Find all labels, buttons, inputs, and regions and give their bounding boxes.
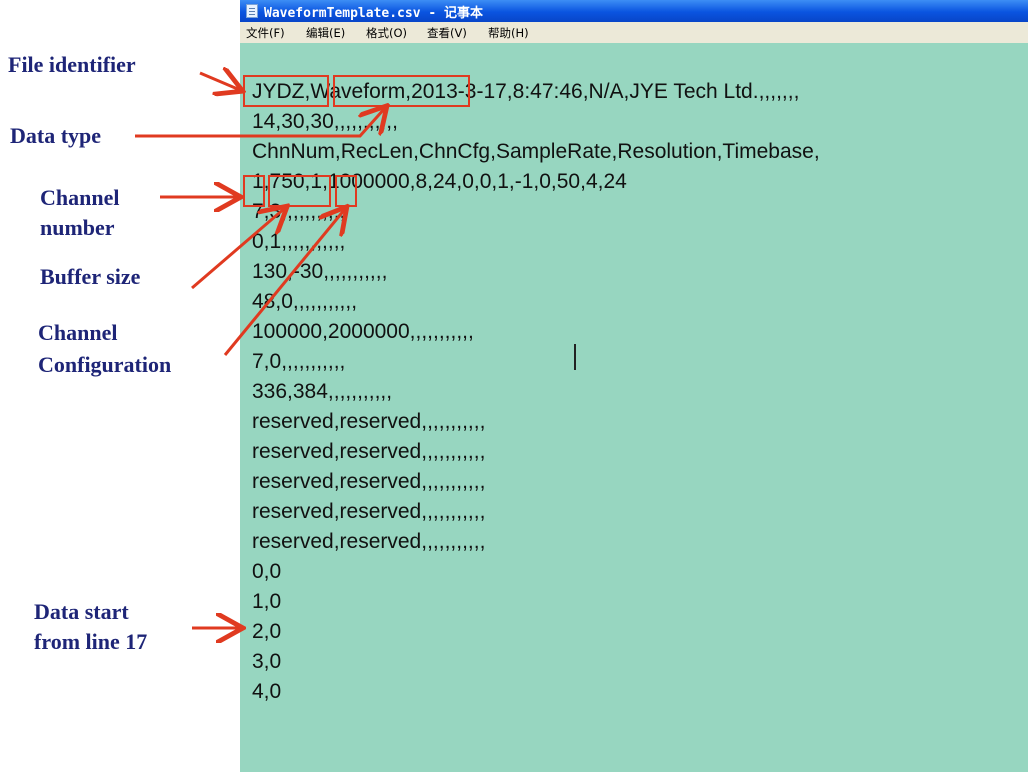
- annotation-arrows: [135, 0, 1028, 772]
- arrow-data-type: [135, 108, 385, 138]
- arrow-channel-config: [223, 209, 345, 356]
- arrow-buffer-size: [191, 208, 285, 290]
- arrow-file-identifier: [199, 73, 240, 90]
